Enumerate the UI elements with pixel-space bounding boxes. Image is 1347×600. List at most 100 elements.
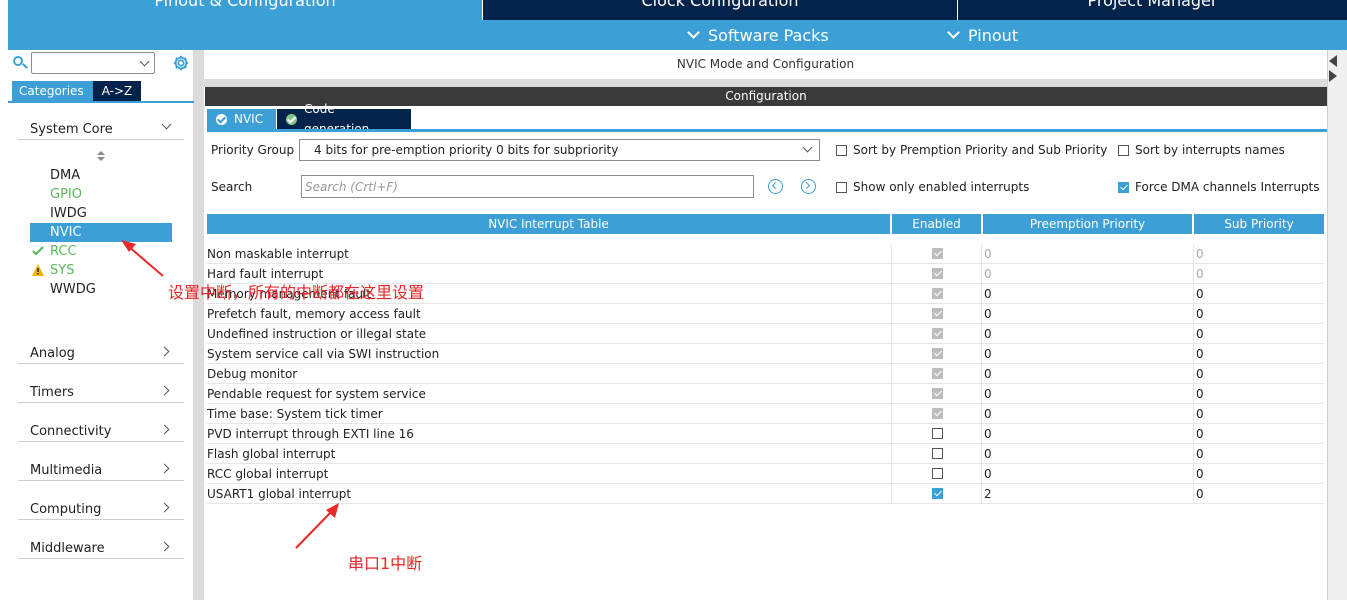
tab-underline — [207, 129, 1327, 132]
option-show-enabled[interactable]: Show only enabled interrupts — [836, 180, 1029, 194]
preemption-priority-cell[interactable]: 0 — [981, 464, 1193, 484]
preemption-priority-cell[interactable]: 0 — [981, 324, 1193, 344]
table-row[interactable]: Pendable request for system service 0 0 — [207, 384, 1324, 404]
enabled-checkbox — [932, 288, 943, 299]
enabled-checkbox[interactable] — [932, 448, 943, 459]
collapse-left-icon[interactable] — [1329, 55, 1337, 67]
checkbox[interactable] — [836, 144, 847, 156]
tab-a-z[interactable]: A->Z — [93, 81, 141, 101]
section-analog[interactable]: Analog — [18, 340, 184, 364]
table-row[interactable]: Debug monitor 0 0 — [207, 364, 1324, 384]
core-item-iwdg[interactable]: IWDG — [30, 204, 172, 223]
search-input[interactable] — [301, 175, 754, 198]
sub-priority-cell[interactable]: 0 — [1193, 324, 1324, 344]
table-row[interactable]: PVD interrupt through EXTI line 16 0 0 — [207, 424, 1324, 444]
tab-categories[interactable]: Categories — [12, 81, 93, 101]
header-interrupt[interactable]: NVIC Interrupt Table — [207, 214, 890, 234]
enabled-cell — [891, 484, 981, 504]
sub-priority-cell[interactable]: 0 — [1193, 284, 1324, 304]
enabled-checkbox[interactable] — [932, 468, 943, 479]
sort-icon[interactable] — [97, 151, 105, 163]
search-next-button[interactable] — [801, 179, 816, 194]
header-preemption[interactable]: Preemption Priority — [983, 214, 1192, 234]
tab-pinout-configuration[interactable]: Pinout & Configuration — [8, 0, 482, 20]
option-sort-names[interactable]: Sort by interrupts names — [1118, 143, 1285, 157]
gear-icon[interactable] — [172, 54, 190, 72]
section-computing[interactable]: Computing — [18, 496, 184, 520]
preemption-priority-cell[interactable]: 0 — [981, 424, 1193, 444]
table-row[interactable]: System service call via SWI instruction 0… — [207, 344, 1324, 364]
core-item-rcc[interactable]: RCC — [30, 242, 172, 261]
table-row[interactable]: RCC global interrupt 0 0 — [207, 464, 1324, 484]
table-row[interactable]: Time base: System tick timer 0 0 — [207, 404, 1324, 424]
table-row[interactable]: Non maskable interrupt 0 0 — [207, 244, 1324, 264]
search-icon[interactable] — [12, 55, 28, 71]
table-row[interactable]: USART1 global interrupt 2 0 — [207, 484, 1324, 504]
splitter[interactable] — [194, 50, 204, 600]
preemption-priority-cell[interactable]: 0 — [981, 364, 1193, 384]
header-sub-priority[interactable]: Sub Priority — [1194, 214, 1324, 234]
header-enabled[interactable]: Enabled — [892, 214, 981, 234]
search-prev-button[interactable] — [768, 179, 783, 194]
table-row[interactable]: Undefined instruction or illegal state 0 0 — [207, 324, 1324, 344]
chevron-right-icon — [159, 541, 170, 552]
sub-priority-cell[interactable]: 0 — [1193, 384, 1324, 404]
checkbox[interactable] — [836, 181, 847, 193]
divider — [204, 79, 1327, 87]
interrupt-name: Time base: System tick timer — [207, 407, 383, 421]
software-packs-menu[interactable]: Software Packs — [687, 26, 829, 45]
option-sort-priority[interactable]: Sort by Premption Priority and Sub Prior… — [836, 143, 1107, 157]
preemption-priority-cell[interactable]: 0 — [981, 384, 1193, 404]
interrupt-name: Pendable request for system service — [207, 387, 426, 401]
pinout-menu[interactable]: Pinout — [947, 26, 1018, 45]
section-multimedia[interactable]: Multimedia — [18, 457, 184, 481]
sub-menu-bar: Software Packs Pinout — [8, 20, 1347, 50]
section-middleware[interactable]: Middleware — [18, 535, 184, 559]
tab-project-manager[interactable]: Project Manager — [957, 0, 1347, 20]
option-force-dma[interactable]: Force DMA channels Interrupts — [1118, 180, 1320, 194]
core-item-wwdg[interactable]: WWDG — [30, 280, 172, 299]
sub-priority-cell[interactable]: 0 — [1193, 424, 1324, 444]
enabled-checkbox[interactable] — [932, 428, 943, 439]
sub-priority-cell[interactable]: 0 — [1193, 404, 1324, 424]
tab-code-generation[interactable]: Code generation — [277, 102, 411, 136]
category-search-combo[interactable] — [31, 52, 155, 74]
preemption-priority-cell: 0 — [981, 264, 1193, 284]
tab-clock-configuration[interactable]: Clock Configuration — [482, 0, 957, 20]
section-connectivity[interactable]: Connectivity — [18, 418, 184, 442]
section-timers[interactable]: Timers — [18, 379, 184, 403]
checkbox[interactable] — [1118, 181, 1129, 193]
priority-group-select[interactable]: 4 bits for pre-emption priority 0 bits f… — [299, 139, 820, 161]
priority-group-label: Priority Group — [211, 143, 295, 157]
collapse-right-icon[interactable] — [1329, 70, 1337, 82]
core-item-gpio[interactable]: GPIO — [30, 185, 172, 204]
core-item-dma[interactable]: DMA — [30, 166, 172, 185]
enabled-checkbox — [932, 268, 943, 279]
sub-priority-cell[interactable]: 0 — [1193, 484, 1324, 504]
tab-nvic[interactable]: NVIC — [207, 109, 276, 129]
core-item-nvic[interactable]: NVIC — [30, 223, 172, 242]
core-item-sys[interactable]: SYS — [30, 261, 172, 280]
right-collapse-bar — [1327, 50, 1347, 600]
section-system-core[interactable]: System Core — [18, 116, 184, 140]
preemption-priority-cell[interactable]: 0 — [981, 344, 1193, 364]
preemption-priority-cell[interactable]: 2 — [981, 484, 1193, 504]
preemption-priority-cell[interactable]: 0 — [981, 284, 1193, 304]
enabled-cell — [891, 384, 981, 404]
sub-priority-cell[interactable]: 0 — [1193, 464, 1324, 484]
table-row[interactable]: Flash global interrupt 0 0 — [207, 444, 1324, 464]
enabled-checkbox — [932, 248, 943, 259]
sub-priority-cell[interactable]: 0 — [1193, 344, 1324, 364]
preemption-priority-cell[interactable]: 0 — [981, 404, 1193, 424]
enabled-checkbox[interactable] — [932, 488, 943, 499]
table-row[interactable]: Prefetch fault, memory access fault 0 0 — [207, 304, 1324, 324]
interrupt-name: Non maskable interrupt — [207, 247, 349, 261]
sub-priority-cell[interactable]: 0 — [1193, 304, 1324, 324]
preemption-priority-cell[interactable]: 0 — [981, 444, 1193, 464]
sub-priority-cell[interactable]: 0 — [1193, 364, 1324, 384]
enabled-cell — [891, 324, 981, 344]
checkbox[interactable] — [1118, 144, 1129, 156]
sub-priority-cell[interactable]: 0 — [1193, 444, 1324, 464]
preemption-priority-cell[interactable]: 0 — [981, 304, 1193, 324]
chevron-down-icon — [802, 142, 813, 153]
